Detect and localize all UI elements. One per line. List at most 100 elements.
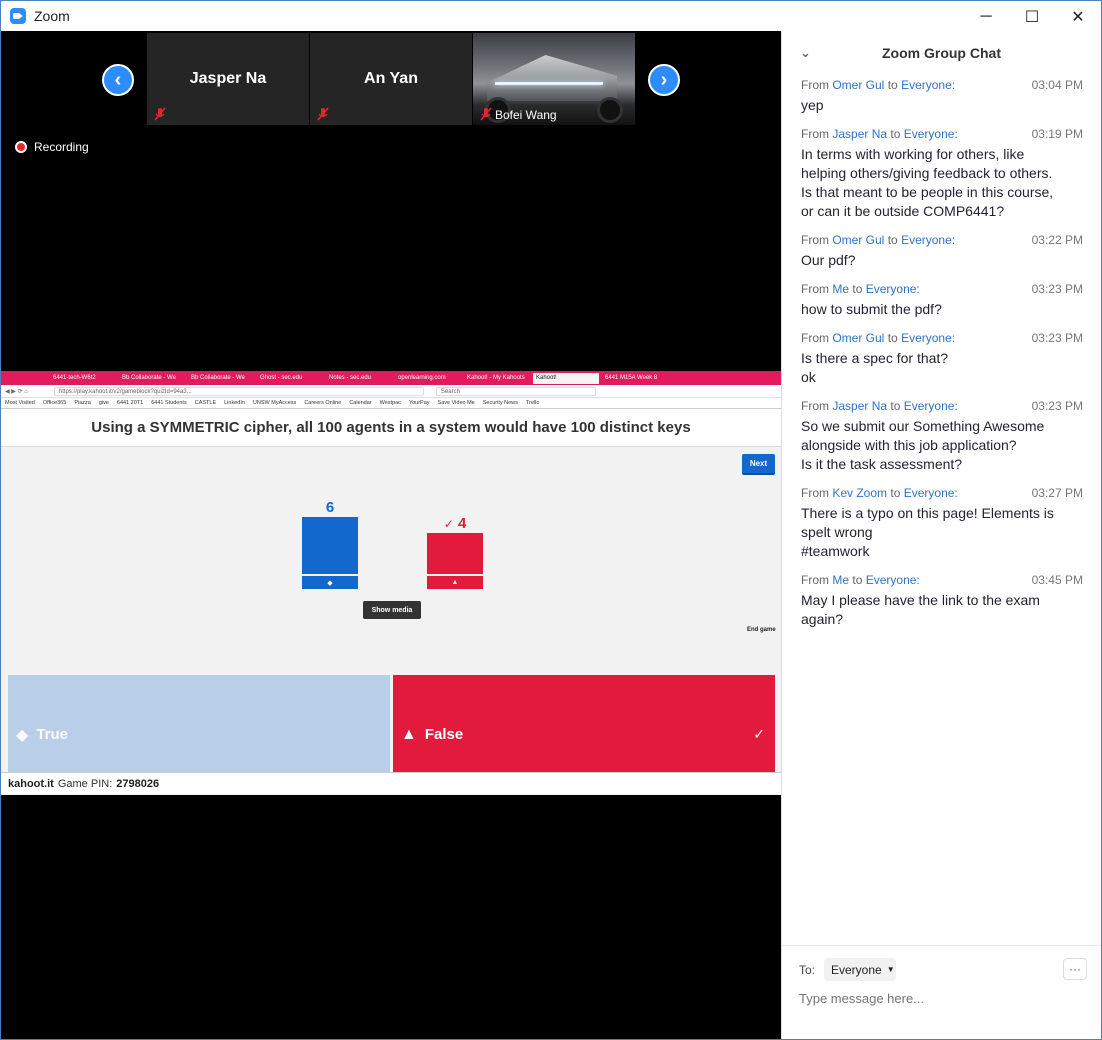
show-media-button[interactable]: Show media xyxy=(363,601,421,619)
bookmark[interactable]: Calendar xyxy=(349,400,371,406)
result-count-row: ✓ 4 xyxy=(427,515,483,532)
wheel-image xyxy=(597,97,623,123)
more-options-button[interactable]: ··· xyxy=(1063,958,1087,980)
browser-search[interactable]: Search xyxy=(435,386,596,396)
browser-tab[interactable]: Bb Collaborate - We xyxy=(119,373,185,384)
bookmark[interactable]: YourPay xyxy=(409,400,430,406)
browser-tab[interactable] xyxy=(20,373,32,384)
bookmark[interactable]: LinkedIn xyxy=(224,400,245,406)
message-meta: From Me to Everyone: 03:23 PM xyxy=(801,282,1091,300)
answer-label: False xyxy=(424,726,464,743)
chat-message: From Kev Zoom to Everyone: 03:27 PM There … xyxy=(801,486,1091,561)
to-word: to xyxy=(852,282,863,296)
recipient-name[interactable]: Everyone: xyxy=(904,399,958,413)
bookmark[interactable]: Office365 xyxy=(43,400,66,406)
bookmark[interactable]: UNSW MyAccess xyxy=(253,400,296,406)
browser-tab-active[interactable]: Kahoot! xyxy=(533,372,599,384)
sender-name[interactable]: Omer Gul xyxy=(832,331,884,345)
chat-message: From Jasper Na to Everyone: 03:19 PM In te… xyxy=(801,127,1091,221)
headlight-image xyxy=(495,82,603,85)
message-input[interactable] xyxy=(799,988,1089,1008)
recipient-name[interactable]: Everyone: xyxy=(901,78,955,92)
from-label: From xyxy=(801,331,829,345)
bookmark[interactable]: 6441 Students xyxy=(151,400,186,406)
chat-message: From Omer Gul to Everyone: 03:22 PM Our pd… xyxy=(801,233,1091,270)
browser-tab[interactable] xyxy=(35,373,47,384)
bookmark[interactable]: Security News xyxy=(483,400,518,406)
bookmark[interactable]: Piazza xyxy=(74,400,91,406)
chevron-down-icon[interactable]: ⌄ xyxy=(800,45,811,61)
bookmark[interactable]: 6441 20T1 xyxy=(117,400,143,406)
browser-tab[interactable]: openlearning.com xyxy=(395,373,461,384)
message-meta: From Me to Everyone: 03:45 PM xyxy=(801,573,1091,591)
sender-name[interactable]: Jasper Na xyxy=(832,399,887,413)
message-text: ok xyxy=(801,369,816,385)
browser-tab[interactable]: Bb Collaborate - We xyxy=(188,373,254,384)
from-label: From xyxy=(801,127,829,141)
recipient-name[interactable]: Everyone: xyxy=(904,127,958,141)
recipient-name[interactable]: Everyone: xyxy=(901,233,955,247)
maximize-button[interactable]: ☐ xyxy=(1009,1,1055,32)
message-time: 03:23 PM xyxy=(1031,331,1083,345)
message-time: 03:27 PM xyxy=(1031,486,1083,500)
browser-tab[interactable]: 6441-tech-W6t2 xyxy=(50,373,116,384)
sender-name[interactable]: Omer Gul xyxy=(832,78,884,92)
browser-tab[interactable]: 6441 M15A Week 8 xyxy=(602,373,668,384)
result-count: 4 xyxy=(457,515,467,532)
url-bar[interactable]: https://play.kahoot.it/v2/gameblock?quiz… xyxy=(53,386,424,396)
chat-panel: ⌄ Zoom Group Chat From Omer Gul to Every… xyxy=(781,31,1102,1039)
browser-tab[interactable]: Ghost - sec.edu xyxy=(257,373,323,384)
bookmark[interactable]: give xyxy=(99,400,109,406)
kahoot-site: kahoot.it xyxy=(8,777,54,790)
message-time: 03:45 PM xyxy=(1031,573,1083,587)
recording-label: Recording xyxy=(34,140,89,154)
participant-tile[interactable]: An Yan xyxy=(310,33,472,125)
sender-name[interactable]: Omer Gul xyxy=(832,233,884,247)
browser-tab[interactable] xyxy=(5,373,17,384)
from-label: From xyxy=(801,399,829,413)
minimize-button[interactable]: ─ xyxy=(963,1,1009,32)
sender-name[interactable]: Jasper Na xyxy=(832,127,887,141)
recipient-name[interactable]: Everyone: xyxy=(901,331,955,345)
browser-tab[interactable]: Kahoot! - My Kahoots xyxy=(464,373,530,384)
bookmark[interactable]: Westpac xyxy=(380,400,401,406)
kahoot-question: Using a SYMMETRIC cipher, all 100 agents… xyxy=(1,409,781,447)
recipient-name[interactable]: Everyone: xyxy=(866,282,920,296)
to-word: to xyxy=(890,486,901,500)
end-game-button[interactable]: End game xyxy=(747,627,776,633)
bookmark[interactable]: CASTLE xyxy=(195,400,216,406)
kahoot-footer: kahoot.it Game PIN: 2798026 xyxy=(1,772,781,794)
triangle-icon: ▲ xyxy=(401,725,417,743)
chat-message: From Jasper Na to Everyone: 03:23 PM So we… xyxy=(801,399,1091,474)
bookmark[interactable]: Trello xyxy=(526,400,540,406)
message-text: Is that meant to be people in this cours… xyxy=(801,184,1054,200)
back-icon[interactable]: ◀ ▶ ⟳ ⌂ xyxy=(5,388,28,395)
message-text: #teamwork xyxy=(801,543,870,559)
recipient-select[interactable]: Everyone ▼ xyxy=(824,958,896,981)
sender-name[interactable]: Me xyxy=(832,282,849,296)
message-meta: From Omer Gul to Everyone: 03:04 PM xyxy=(801,78,1091,96)
recipient-name[interactable]: Everyone: xyxy=(866,573,920,587)
recipient-name[interactable]: Everyone: xyxy=(904,486,958,500)
triangle-icon: ▲ xyxy=(427,576,483,589)
bookmark[interactable]: Careers Online xyxy=(304,400,341,406)
gallery-next-button[interactable]: › xyxy=(648,64,680,96)
participant-tile-video[interactable]: Bofei Wang xyxy=(473,33,635,125)
gallery-prev-button[interactable]: ‹ xyxy=(102,64,134,96)
close-button[interactable]: ✕ xyxy=(1055,1,1101,32)
message-meta: From Omer Gul to Everyone: 03:23 PM xyxy=(801,331,1091,349)
sender-name[interactable]: Me xyxy=(832,573,849,587)
browser-tabbar: 6441-tech-W6t2 Bb Collaborate - We Bb Co… xyxy=(1,371,781,385)
next-button[interactable]: Next xyxy=(742,454,775,473)
sender-name[interactable]: Kev Zoom xyxy=(832,486,887,500)
chat-header: ⌄ Zoom Group Chat xyxy=(782,31,1101,75)
result-count: 6 xyxy=(325,499,335,516)
bookmark[interactable]: Most Visited xyxy=(5,400,35,406)
from-label: From xyxy=(801,233,829,247)
browser-tab[interactable]: Notes - sec.edu xyxy=(326,373,392,384)
participant-tile[interactable]: Jasper Na xyxy=(147,33,309,125)
bookmark[interactable]: Save Video Me xyxy=(438,400,475,406)
from-label: From xyxy=(801,78,829,92)
diamond-icon: ◆ xyxy=(302,576,358,589)
zoom-app-icon xyxy=(10,8,26,24)
